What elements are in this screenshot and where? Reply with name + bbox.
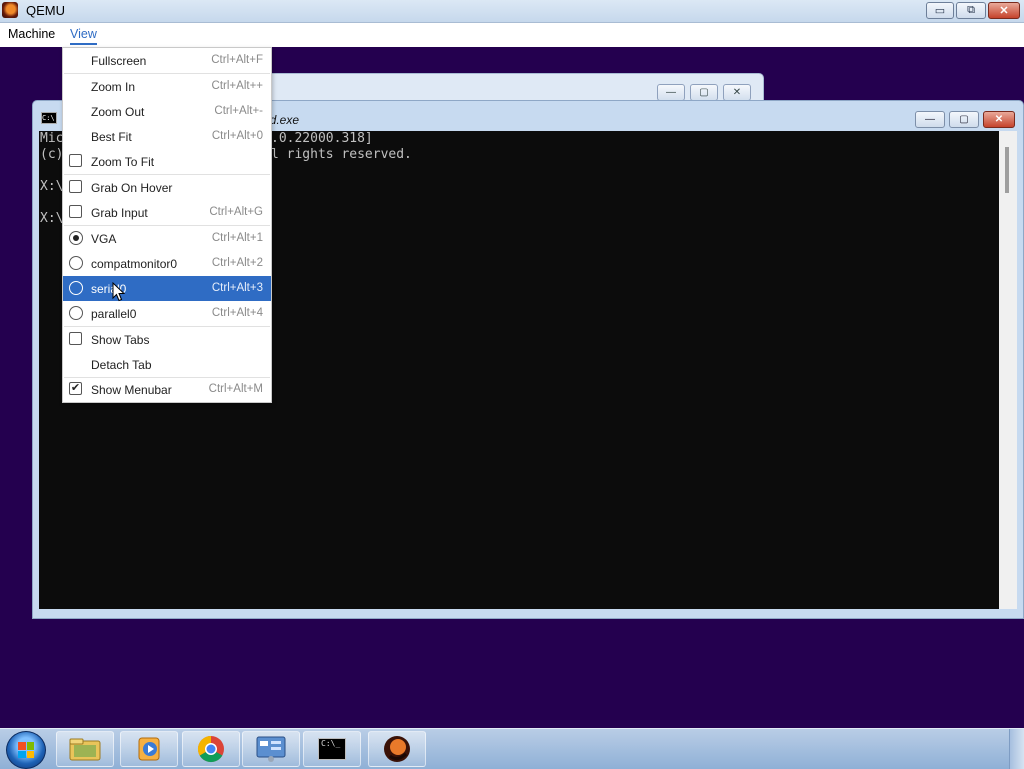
menu-item-shortcut: Ctrl+Alt+4: [211, 307, 263, 319]
bg-close-button[interactable]: ✕: [723, 84, 751, 101]
taskbar: C:\_: [0, 728, 1024, 769]
taskbar-media-player[interactable]: [120, 731, 178, 767]
menu-item-label: Grab On Hover: [91, 181, 173, 195]
file-explorer-icon: [69, 738, 101, 761]
windows-logo-icon: [18, 742, 34, 758]
menu-item-shortcut: Ctrl+Alt+1: [211, 232, 263, 244]
checkbox-unchecked-icon: [69, 180, 82, 193]
taskbar-command-prompt[interactable]: C:\_: [303, 731, 361, 767]
radio-unselected-icon: [69, 306, 83, 320]
control-panel-icon: [256, 736, 286, 762]
start-button[interactable]: [6, 731, 46, 769]
close-button[interactable]: ✕: [988, 2, 1020, 19]
menu-item-grab-on-hover[interactable]: Grab On Hover: [63, 175, 271, 200]
menu-view[interactable]: View: [70, 27, 97, 45]
menu-item-label: Show Tabs: [91, 333, 150, 347]
menu-item-parallel0[interactable]: parallel0 Ctrl+Alt+4: [63, 301, 271, 326]
checkbox-unchecked-icon: [69, 332, 82, 345]
menu-item-shortcut: Ctrl+Alt+3: [211, 282, 263, 294]
minimize-button[interactable]: ▭: [926, 2, 954, 19]
command-prompt-icon: C:\_: [318, 738, 346, 760]
menu-item-label: Detach Tab: [91, 358, 152, 372]
minimize-icon: ▭: [934, 5, 946, 17]
console-line: X:\: [40, 211, 64, 226]
menu-item-compatmonitor0[interactable]: compatmonitor0 Ctrl+Alt+2: [63, 251, 271, 276]
menu-item-shortcut: Ctrl+Alt+2: [211, 257, 263, 269]
maximize-icon: ▢: [959, 114, 969, 125]
maximize-icon: ▢: [699, 87, 709, 98]
menu-item-shortcut: Ctrl+Alt+M: [208, 383, 263, 395]
menu-machine[interactable]: Machine: [8, 27, 55, 41]
minimize-icon: —: [925, 114, 935, 125]
menu-item-label: Grab Input: [91, 206, 148, 220]
console-line: Mic: [40, 131, 64, 146]
checkbox-checked-icon: ✔: [69, 382, 82, 395]
cmd-maximize-button[interactable]: ▢: [949, 111, 979, 128]
radio-selected-icon: [69, 231, 83, 245]
menu-item-label: compatmonitor0: [91, 257, 178, 271]
console-line-rights: l rights reserved.: [271, 147, 412, 162]
restore-button[interactable]: ⧉: [956, 2, 986, 19]
menu-item-label: Best Fit: [91, 130, 132, 144]
taskbar-qemu[interactable]: [368, 731, 426, 767]
bg-minimize-button[interactable]: —: [657, 84, 685, 101]
minimize-icon: —: [666, 87, 676, 98]
menu-item-shortcut: Ctrl+Alt+G: [209, 206, 263, 218]
menu-item-zoom-out[interactable]: Zoom Out Ctrl+Alt+-: [63, 99, 271, 124]
show-desktop-button[interactable]: [1009, 729, 1024, 769]
menu-item-detach-tab[interactable]: Detach Tab: [63, 352, 271, 377]
console-line: X:\: [40, 179, 64, 194]
menu-item-shortcut: Ctrl+Alt++: [211, 80, 263, 92]
cmd-window-icon: C:\: [41, 112, 57, 124]
cmd-minimize-button[interactable]: —: [915, 111, 945, 128]
menu-item-fullscreen[interactable]: Fullscreen Ctrl+Alt+F: [63, 48, 271, 73]
menu-item-serial0[interactable]: serial0 Ctrl+Alt+3: [63, 276, 271, 301]
scrollbar-thumb[interactable]: [1005, 147, 1009, 193]
mouse-cursor-icon: [112, 282, 126, 302]
menu-item-grab-input[interactable]: Grab Input Ctrl+Alt+G: [63, 200, 271, 225]
taskbar-chrome[interactable]: [182, 731, 240, 767]
bg-maximize-button[interactable]: ▢: [690, 84, 718, 101]
menu-item-label: Fullscreen: [91, 54, 147, 68]
menu-item-show-tabs[interactable]: Show Tabs: [63, 327, 271, 352]
menu-item-label: Zoom In: [91, 80, 136, 94]
cmd-close-button[interactable]: ✕: [983, 111, 1015, 128]
close-icon: ✕: [732, 87, 742, 98]
console-scrollbar[interactable]: [999, 131, 1017, 609]
radio-unselected-icon: [69, 281, 83, 295]
menu-item-label: VGA: [91, 232, 117, 246]
media-player-icon: [138, 737, 160, 761]
radio-unselected-icon: [69, 256, 83, 270]
window-title: QEMU: [26, 3, 65, 18]
qemu-icon: [384, 736, 410, 762]
menu-item-vga[interactable]: VGA Ctrl+Alt+1: [63, 226, 271, 251]
checkbox-unchecked-icon: [69, 154, 82, 167]
menu-item-best-fit[interactable]: Best Fit Ctrl+Alt+0: [63, 124, 271, 149]
menu-item-shortcut: Ctrl+Alt+-: [214, 105, 263, 117]
menu-item-label: Zoom To Fit: [91, 155, 155, 169]
menu-item-zoom-in[interactable]: Zoom In Ctrl+Alt++: [63, 74, 271, 99]
chrome-icon: [197, 735, 224, 763]
view-menu-dropdown: Fullscreen Ctrl+Alt+F Zoom In Ctrl+Alt++…: [62, 47, 272, 403]
menu-item-zoom-to-fit[interactable]: Zoom To Fit: [63, 149, 271, 174]
qemu-title-bar: QEMU ▭ ⧉ ✕: [0, 0, 1024, 23]
checkbox-unchecked-icon: [69, 205, 82, 218]
console-line: (c): [40, 147, 64, 162]
taskbar-file-explorer[interactable]: [56, 731, 114, 767]
close-icon: ✕: [999, 5, 1009, 17]
qemu-app-icon: [2, 2, 18, 18]
close-icon: ✕: [994, 114, 1004, 125]
taskbar-control-panel[interactable]: [242, 731, 300, 767]
console-line-version: .0.22000.318]: [271, 131, 373, 146]
menu-item-show-menubar[interactable]: ✔ Show Menubar Ctrl+Alt+M: [63, 377, 271, 402]
restore-icon: ⧉: [967, 4, 975, 16]
menubar: Machine View: [0, 23, 1024, 47]
menu-item-label: Zoom Out: [91, 105, 145, 119]
menu-item-label: parallel0: [91, 307, 137, 321]
menu-item-shortcut: Ctrl+Alt+F: [211, 54, 263, 66]
menu-item-label: Show Menubar: [91, 383, 172, 397]
menu-item-shortcut: Ctrl+Alt+0: [211, 130, 263, 142]
